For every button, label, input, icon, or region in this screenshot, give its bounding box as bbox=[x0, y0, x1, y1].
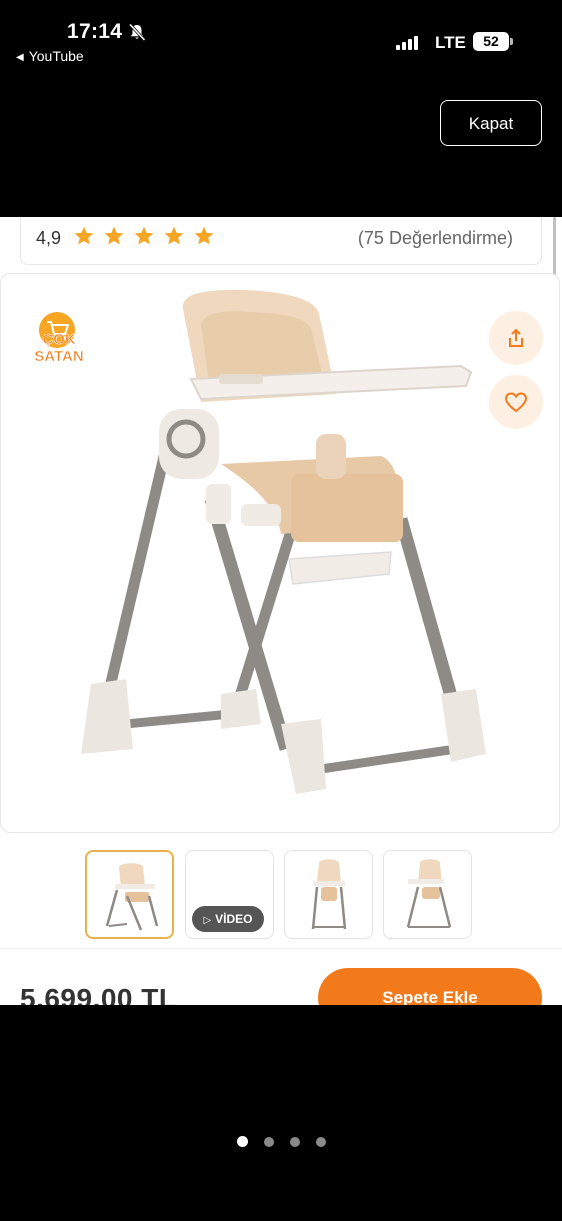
page-dot[interactable] bbox=[263, 1137, 274, 1147]
back-app-label: YouTube bbox=[28, 48, 84, 64]
page-dot[interactable] bbox=[289, 1137, 300, 1147]
back-to-app-link[interactable]: ◀ YouTube bbox=[16, 48, 84, 64]
rating-summary[interactable]: 4,9 (75 Değerlendirme) bbox=[20, 217, 542, 265]
star-icon bbox=[194, 226, 214, 245]
page-dot[interactable] bbox=[315, 1137, 326, 1147]
rating-value: 4,9 bbox=[36, 228, 62, 248]
share-button[interactable] bbox=[489, 311, 543, 365]
product-screenshot: 4,9 (75 Değerlendirme) ÇOK SATAN ▷ VİDEO… bbox=[0, 217, 562, 1005]
bell-muted-icon bbox=[128, 23, 146, 42]
signal-icon bbox=[396, 34, 424, 50]
close-button[interactable]: Kapat bbox=[440, 100, 542, 146]
rating-count: (75 Değerlendirme) bbox=[357, 228, 513, 248]
network-type: LTE bbox=[435, 33, 466, 52]
star-icon bbox=[74, 226, 94, 245]
video-label: VİDEO bbox=[215, 912, 253, 926]
star-icon bbox=[104, 226, 124, 245]
favorite-button[interactable] bbox=[489, 375, 543, 429]
thumbnail-3[interactable] bbox=[284, 850, 373, 939]
product-image-gallery[interactable]: ÇOK SATAN bbox=[0, 273, 560, 833]
thumbnail-chair-icon bbox=[105, 863, 159, 931]
thumbnail-chair-icon bbox=[311, 859, 347, 930]
divider bbox=[0, 948, 562, 949]
share-icon bbox=[509, 328, 523, 347]
thumbnail-1[interactable] bbox=[85, 850, 174, 939]
video-badge: ▷ VİDEO bbox=[192, 906, 264, 932]
thumbnail-strip: ▷ VİDEO bbox=[0, 850, 562, 942]
play-icon: ▷ bbox=[203, 915, 212, 926]
battery-icon: 52 bbox=[473, 32, 513, 51]
thumbnail-video[interactable]: ▷ VİDEO bbox=[185, 850, 274, 939]
add-to-cart-button[interactable]: Sepete Ekle bbox=[318, 968, 542, 1005]
heart-icon bbox=[504, 392, 528, 413]
rating-stars bbox=[73, 225, 223, 249]
product-price: 5.699,00 TL bbox=[20, 983, 177, 1005]
status-bar: 17:14 ◀ YouTube LTE 52 bbox=[0, 0, 562, 80]
page-indicator bbox=[0, 1134, 562, 1147]
page-dot[interactable] bbox=[236, 1136, 248, 1147]
status-time: 17:14 bbox=[67, 20, 123, 43]
back-arrow-icon: ◀ bbox=[16, 52, 24, 63]
high-chair-image bbox=[81, 289, 486, 794]
thumbnail-4[interactable] bbox=[383, 850, 472, 939]
star-icon bbox=[164, 226, 184, 245]
battery-level: 52 bbox=[473, 32, 509, 51]
star-icon bbox=[134, 226, 154, 245]
thumbnail-chair-icon bbox=[406, 859, 452, 928]
